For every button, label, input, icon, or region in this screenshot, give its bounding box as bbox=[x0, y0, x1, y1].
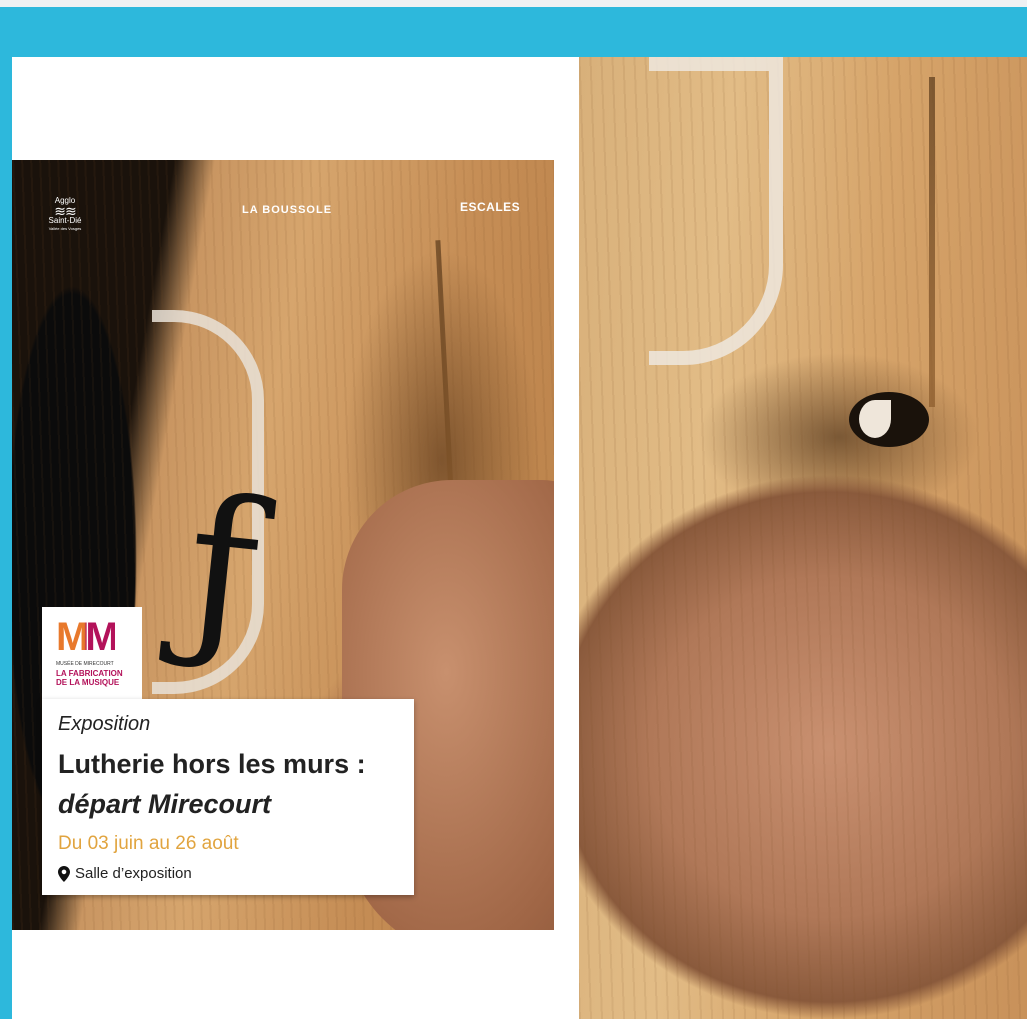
event-title-line1: Lutherie hors les murs : bbox=[58, 749, 366, 779]
event-dates: Du 03 juin au 26 août bbox=[58, 833, 239, 854]
event-title-line2: départ Mirecourt bbox=[58, 789, 272, 819]
museum-brand: LA FABRICATION DE LA MUSIQUE bbox=[56, 669, 123, 687]
top-strip bbox=[0, 0, 1027, 7]
agglo-logo: Agglo ≋≋ Saint-Dié Vallée des Vosges bbox=[40, 196, 90, 238]
event-location: Salle d’exposition bbox=[58, 865, 192, 882]
la-boussole-logo: LA BOUSSOLE bbox=[242, 204, 332, 216]
map-pin-icon bbox=[58, 865, 70, 882]
zoom-wood-crease bbox=[929, 77, 935, 407]
event-info-card[interactable]: Exposition Lutherie hors les murs : dépa… bbox=[42, 699, 414, 895]
zoom-wood-grain bbox=[579, 57, 1027, 1019]
museum-brand-line1: LA FABRICATION bbox=[56, 669, 123, 678]
escales-logo: ESCALES bbox=[460, 200, 520, 214]
escales-text: ESCALES bbox=[460, 200, 521, 214]
agglo-waves-icon: ≋≋ bbox=[54, 203, 76, 219]
zoom-scroll-shape bbox=[649, 57, 783, 365]
la-boussole-text: LA BOUSSOLE bbox=[242, 204, 333, 216]
zoomed-photo[interactable] bbox=[579, 57, 1027, 1019]
zoom-fhole-shape bbox=[849, 392, 929, 447]
museum-logo-badge: MM MUSÉE DE MIRECOURT LA FABRICATION DE … bbox=[42, 607, 142, 699]
mm-logo-icon: MM bbox=[56, 615, 119, 659]
agglo-logo-line2: Saint-Dié bbox=[48, 216, 82, 225]
museum-brand-line2: DE LA MUSIQUE bbox=[56, 678, 120, 687]
agglo-logo-line3: Vallée des Vosges bbox=[48, 226, 82, 231]
museum-name: MUSÉE DE MIRECOURT bbox=[56, 661, 114, 667]
event-location-text: Salle d’exposition bbox=[75, 865, 192, 882]
top-banner bbox=[0, 7, 1027, 57]
event-category: Exposition bbox=[58, 713, 151, 735]
panel-gutter bbox=[554, 57, 579, 1019]
